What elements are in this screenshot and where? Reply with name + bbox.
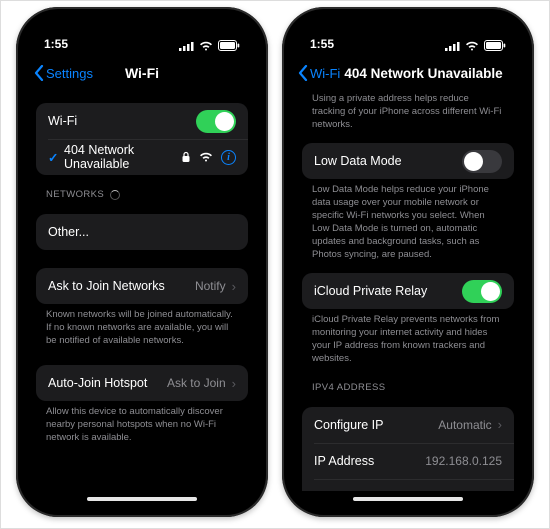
other-label: Other... xyxy=(48,225,236,239)
ipv4-header: IPV4 ADDRESS xyxy=(302,368,514,397)
private-relay-row[interactable]: iCloud Private Relay xyxy=(302,273,514,309)
cellular-icon xyxy=(179,41,194,51)
configure-ip-row[interactable]: Configure IP Automatic › xyxy=(302,407,514,443)
hotspot-label: Auto-Join Hotspot xyxy=(48,376,167,390)
ask-join-label: Ask to Join Networks xyxy=(48,279,195,293)
chevron-right-icon: › xyxy=(232,279,236,294)
lock-icon xyxy=(181,151,191,163)
home-indicator[interactable] xyxy=(87,497,197,501)
spinner-icon xyxy=(110,190,120,200)
wifi-signal-icon xyxy=(199,152,213,162)
relay-label: iCloud Private Relay xyxy=(314,284,462,298)
notch xyxy=(82,17,202,41)
info-icon[interactable]: i xyxy=(221,150,236,165)
iphone-right: 1:55 Wi-Fi 404 Network Unavailable Using… xyxy=(282,7,534,517)
wifi-icon xyxy=(465,41,479,51)
chevron-right-icon: › xyxy=(498,417,502,432)
nav-bar: Wi-Fi 404 Network Unavailable xyxy=(292,53,524,93)
ask-to-join-row[interactable]: Ask to Join Networks Notify › xyxy=(36,268,248,304)
relay-caption: iCloud Private Relay prevents networks f… xyxy=(302,309,514,367)
clock: 1:55 xyxy=(44,37,68,51)
notch xyxy=(348,17,468,41)
nav-bar: Settings Wi-Fi xyxy=(26,53,258,93)
ask-join-caption: Known networks will be joined automatica… xyxy=(36,304,248,349)
other-network-row[interactable]: Other... xyxy=(36,214,248,250)
battery-icon xyxy=(218,40,240,51)
subnet-mask-row: Subnet Mask 255.255.255.0 xyxy=(302,479,514,491)
low-data-mode-row[interactable]: Low Data Mode xyxy=(302,143,514,179)
home-indicator[interactable] xyxy=(353,497,463,501)
iphone-left: 1:55 Settings Wi-Fi Wi-Fi xyxy=(16,7,268,517)
page-title: Wi-Fi xyxy=(26,65,258,81)
page-title: 404 Network Unavailable xyxy=(344,66,502,81)
ip-address-row: IP Address 192.168.0.125 xyxy=(302,443,514,479)
low-data-caption: Low Data Mode helps reduce your iPhone d… xyxy=(302,179,514,263)
chevron-right-icon: › xyxy=(232,376,236,391)
low-data-label: Low Data Mode xyxy=(314,154,462,168)
cellular-icon xyxy=(445,41,460,51)
networks-header: NETWORKS xyxy=(36,175,248,204)
auto-join-hotspot-row[interactable]: Auto-Join Hotspot Ask to Join › xyxy=(36,365,248,401)
battery-icon xyxy=(484,40,506,51)
wifi-label: Wi-Fi xyxy=(48,114,196,128)
checkmark-icon: ✓ xyxy=(48,150,64,165)
back-button[interactable]: Wi-Fi xyxy=(298,65,340,81)
hotspot-caption: Allow this device to automatically disco… xyxy=(36,401,248,446)
connected-network-row[interactable]: ✓ 404 Network Unavailable i xyxy=(36,139,248,175)
clock: 1:55 xyxy=(310,37,334,51)
ask-join-value: Notify xyxy=(195,279,226,293)
chevron-left-icon xyxy=(298,65,308,81)
wifi-icon xyxy=(199,41,213,51)
low-data-toggle[interactable] xyxy=(462,150,502,173)
network-name: 404 Network Unavailable xyxy=(64,143,181,171)
wifi-toggle[interactable] xyxy=(196,110,236,133)
wifi-toggle-row[interactable]: Wi-Fi xyxy=(36,103,248,139)
back-label: Wi-Fi xyxy=(310,66,340,81)
hotspot-value: Ask to Join xyxy=(167,376,226,390)
private-address-caption: Using a private address helps reduce tra… xyxy=(302,93,514,133)
relay-toggle[interactable] xyxy=(462,280,502,303)
